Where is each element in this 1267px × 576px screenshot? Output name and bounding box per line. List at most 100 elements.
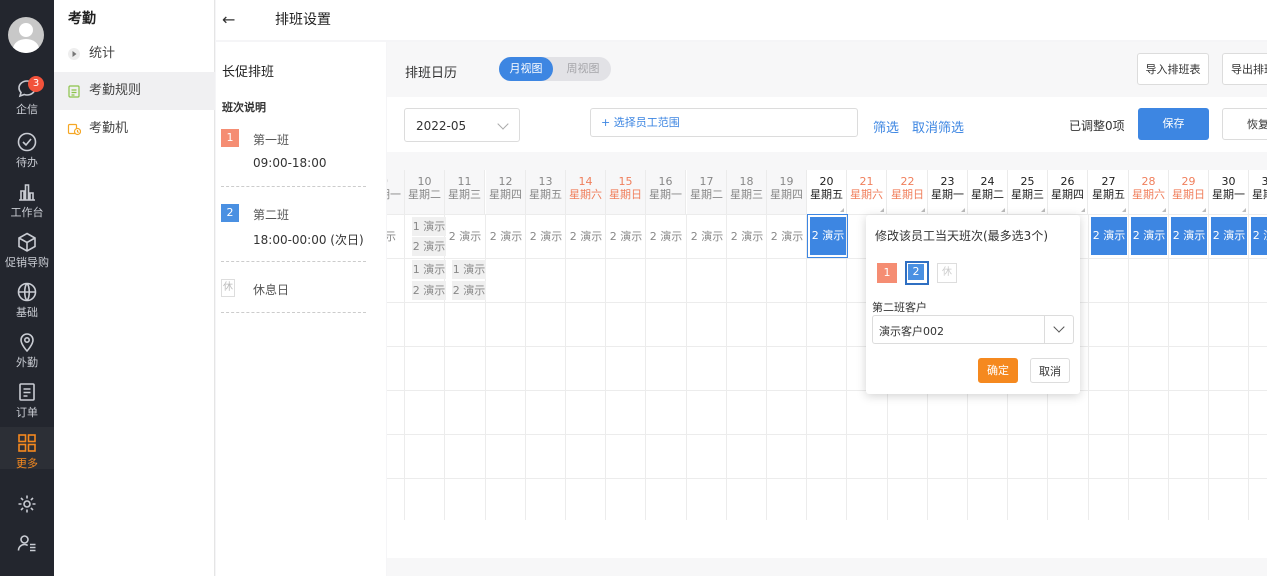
- shift-cell[interactable]: 2 演示: [728, 227, 766, 246]
- weekday-label: 星期六: [850, 188, 883, 201]
- rail-item-field[interactable]: 外勤: [0, 331, 54, 377]
- week-view-toggle[interactable]: 周视图: [555, 57, 611, 81]
- shift-cell[interactable]: 演示: [387, 227, 404, 246]
- shift-cell[interactable]: 2 演示: [487, 227, 525, 246]
- day-header[interactable]: 27 星期五: [1089, 170, 1129, 214]
- month-view-toggle[interactable]: 月视图: [499, 57, 553, 81]
- grid-col-line: [525, 214, 526, 522]
- cancel-filter-link[interactable]: 取消筛选: [912, 117, 964, 136]
- customer-select[interactable]: 演示客户002: [872, 315, 1074, 344]
- shift-cell[interactable]: 2 演示: [647, 227, 685, 246]
- day-header[interactable]: 14 星期六: [566, 170, 606, 214]
- rail-item-more[interactable]: 更多: [0, 427, 54, 470]
- weekday-label: 星期五: [810, 188, 843, 201]
- page-title: 排班设置: [275, 12, 331, 28]
- shift-cell[interactable]: 2 演示: [412, 281, 446, 300]
- day-header[interactable]: 18 星期三: [727, 170, 767, 214]
- weekday-label: 星期五: [529, 188, 562, 201]
- divider: [221, 312, 366, 313]
- weekday-label: 星期日: [609, 188, 642, 201]
- rail-item-label: 外勤: [16, 356, 38, 369]
- filter-link[interactable]: 筛选: [873, 117, 899, 136]
- arrow-left-icon[interactable]: ←: [222, 10, 235, 29]
- day-header[interactable]: 28 星期六: [1129, 170, 1169, 214]
- nav-item-stats[interactable]: 统计: [54, 35, 215, 73]
- weekday-label: 星期二: [690, 188, 723, 201]
- avatar[interactable]: [8, 17, 44, 53]
- restore-button[interactable]: 恢复: [1222, 108, 1267, 140]
- rail-item-orders[interactable]: 订单: [0, 381, 54, 427]
- rest-day-badge: 休: [221, 279, 235, 297]
- day-header[interactable]: 20 星期五: [807, 170, 847, 214]
- grid-row-line: [387, 434, 1267, 435]
- shift-cell[interactable]: 2 演示: [452, 281, 486, 300]
- shift-legend-heading: 班次说明: [222, 101, 266, 114]
- user-settings-button[interactable]: [0, 532, 54, 556]
- day-header[interactable]: 23 星期一: [928, 170, 968, 214]
- shift-option-1[interactable]: 1: [877, 263, 897, 283]
- day-header[interactable]: 31星期二: [1249, 170, 1267, 214]
- weekday-label: 星期五: [1092, 188, 1125, 201]
- day-header[interactable]: 24 星期二: [968, 170, 1008, 214]
- select-employee-range[interactable]: + 选择员工范围: [590, 108, 858, 137]
- rail-item-workbench[interactable]: 工作台: [0, 181, 54, 227]
- nav-item-machine[interactable]: 考勤机: [54, 110, 215, 148]
- shift-cell[interactable]: 1 演示: [412, 260, 446, 279]
- import-schedule-button[interactable]: 导入排班表: [1137, 53, 1209, 85]
- rest-option[interactable]: 休: [937, 263, 957, 283]
- day-header[interactable]: 10 星期二: [405, 170, 445, 214]
- day-header[interactable]: 26 星期四: [1048, 170, 1088, 214]
- day-header[interactable]: 15 星期日: [606, 170, 646, 214]
- day-number: 28: [1141, 175, 1156, 188]
- day-number: 25: [1020, 175, 1035, 188]
- unread-badge: 3: [28, 76, 44, 92]
- day-header[interactable]: 29 星期日: [1169, 170, 1209, 214]
- nav-item-label: 统计: [89, 46, 116, 61]
- day-header[interactable]: 13 星期五: [526, 170, 566, 214]
- shift-cell[interactable]: 2 演示: [527, 227, 565, 246]
- shift-cell[interactable]: 1 演示: [412, 217, 446, 236]
- confirm-button[interactable]: 确定: [978, 358, 1018, 383]
- shift-number-badge: 2: [221, 204, 239, 222]
- day-header[interactable]: 21 星期六: [847, 170, 887, 214]
- save-button[interactable]: 保存: [1138, 108, 1209, 140]
- shift-cell-selected[interactable]: 2 演示: [810, 217, 846, 255]
- shift-cell[interactable]: 2 演示: [607, 227, 645, 246]
- corner-marker: [1041, 208, 1045, 212]
- settings-button[interactable]: [0, 493, 54, 517]
- shift-cell[interactable]: 2 演示: [1211, 217, 1247, 255]
- day-header[interactable]: 16 星期一: [646, 170, 686, 214]
- month-select[interactable]: 2022-05: [404, 108, 520, 142]
- shift-cell[interactable]: 2 演示: [1251, 217, 1267, 255]
- shift-cell[interactable]: 2 演示: [768, 227, 806, 246]
- rail-item-label: 促销导购: [5, 256, 49, 269]
- shift-option-2[interactable]: 2: [905, 261, 929, 285]
- shift-cell[interactable]: 1 演示: [452, 260, 486, 279]
- shift-cell[interactable]: 2 演示: [688, 227, 726, 246]
- day-header[interactable]: 30 星期一: [1209, 170, 1249, 214]
- shift-cell[interactable]: 2 演示: [446, 227, 484, 246]
- day-header[interactable]: 9星期一: [387, 170, 405, 214]
- day-header[interactable]: 11 星期三: [445, 170, 485, 214]
- rail-item-label: 订单: [16, 406, 38, 419]
- grid-col-line: [1128, 214, 1129, 522]
- weekday-label: 星期一: [649, 188, 682, 201]
- nav-item-rules[interactable]: 考勤规则: [54, 72, 215, 110]
- day-header[interactable]: 17 星期二: [687, 170, 727, 214]
- cancel-button[interactable]: 取消: [1030, 358, 1070, 383]
- export-schedule-button[interactable]: 导出排班: [1222, 53, 1267, 85]
- rail-item-todo[interactable]: 待办: [0, 131, 54, 177]
- shift-cell[interactable]: 2 演示: [1171, 217, 1207, 255]
- day-header[interactable]: 12 星期四: [486, 170, 526, 214]
- shift-cell[interactable]: 2 演示: [1131, 217, 1167, 255]
- shift-edit-popover: 修改该员工当天班次(最多选3个) 1 2 休 第二班客户 演示客户002 确定 …: [866, 215, 1080, 394]
- rail-item-chat[interactable]: 企信 3: [0, 76, 54, 124]
- day-header[interactable]: 22 星期日: [888, 170, 928, 214]
- shift-cell[interactable]: 2 演示: [567, 227, 605, 246]
- shift-cell[interactable]: 2 演示: [1091, 217, 1127, 255]
- shift-cell[interactable]: 2 演示: [412, 237, 446, 256]
- day-header[interactable]: 25 星期三: [1008, 170, 1048, 214]
- rail-item-basic[interactable]: 基础: [0, 281, 54, 327]
- day-header[interactable]: 19 星期四: [767, 170, 807, 214]
- rail-item-promo[interactable]: 促销导购: [0, 231, 54, 277]
